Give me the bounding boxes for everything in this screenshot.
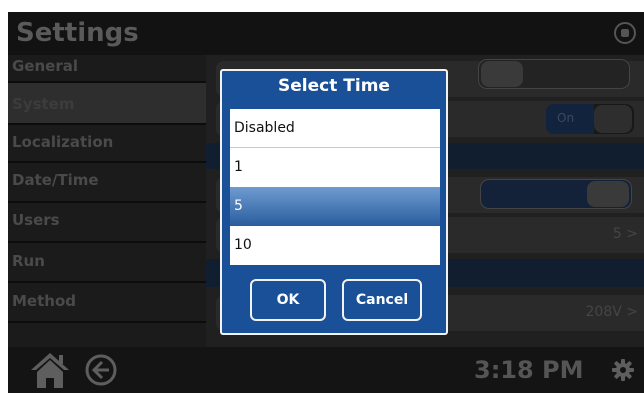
on-off-switch[interactable]: On	[546, 104, 634, 134]
sidebar-item-label: Users	[12, 211, 60, 229]
sidebar-item-label: System	[12, 95, 75, 113]
home-icon[interactable]	[30, 351, 70, 389]
gear-icon[interactable]	[612, 359, 634, 381]
switch-knob	[594, 105, 632, 133]
sidebar: General System Localization Date/Time Us…	[8, 55, 206, 347]
sidebar-item-run[interactable]: Run	[8, 243, 206, 283]
option-label: 1	[234, 159, 243, 175]
header: Settings	[8, 12, 644, 55]
sidebar-item-localization[interactable]: Localization	[8, 125, 206, 163]
option-label: 10	[234, 237, 252, 253]
clock: 3:18 PM	[474, 356, 584, 384]
sidebar-item-more[interactable]	[8, 323, 206, 347]
option-1[interactable]: 1	[230, 148, 440, 187]
page-title: Settings	[16, 18, 139, 48]
footer: 3:18 PM	[8, 347, 644, 393]
option-5-selected[interactable]: 5	[230, 187, 440, 226]
toggle-knob	[587, 181, 629, 207]
toggle-switch[interactable]	[478, 59, 630, 89]
toggle-knob	[481, 61, 523, 87]
select-time-dialog: Select Time Disabled 1 5 10 OK Cancel	[220, 69, 448, 335]
back-arrow-icon[interactable]	[84, 353, 118, 387]
sidebar-item-general[interactable]: General	[8, 55, 206, 83]
sidebar-item-system[interactable]: System	[8, 83, 206, 125]
sidebar-item-label: Date/Time	[12, 171, 99, 189]
screen: Settings General System Localization Dat…	[0, 0, 644, 393]
on-label: On	[557, 111, 575, 125]
ok-button[interactable]: OK	[250, 279, 326, 321]
option-disabled[interactable]: Disabled	[230, 109, 440, 148]
option-10[interactable]: 10	[230, 226, 440, 265]
row-value: 5 >	[612, 226, 638, 242]
sidebar-item-label: Method	[12, 292, 76, 310]
sidebar-item-method[interactable]: Method	[8, 283, 206, 323]
time-options-list[interactable]: Disabled 1 5 10	[230, 109, 440, 265]
cancel-button-label: Cancel	[355, 292, 409, 308]
sidebar-item-label: Run	[12, 252, 45, 270]
cancel-button[interactable]: Cancel	[342, 279, 422, 321]
ok-button-label: OK	[276, 292, 300, 308]
toggle-switch[interactable]	[480, 179, 632, 209]
row-value: 208V >	[585, 304, 638, 320]
sidebar-item-date-time[interactable]: Date/Time	[8, 163, 206, 203]
lock-icon[interactable]	[614, 22, 636, 44]
on-segment: On	[546, 104, 594, 134]
option-label: Disabled	[234, 120, 295, 136]
sidebar-item-label: General	[12, 57, 78, 75]
sidebar-item-label: Localization	[12, 133, 114, 151]
sidebar-item-users[interactable]: Users	[8, 203, 206, 243]
dialog-title: Select Time	[278, 76, 390, 96]
option-label: 5	[234, 198, 243, 214]
